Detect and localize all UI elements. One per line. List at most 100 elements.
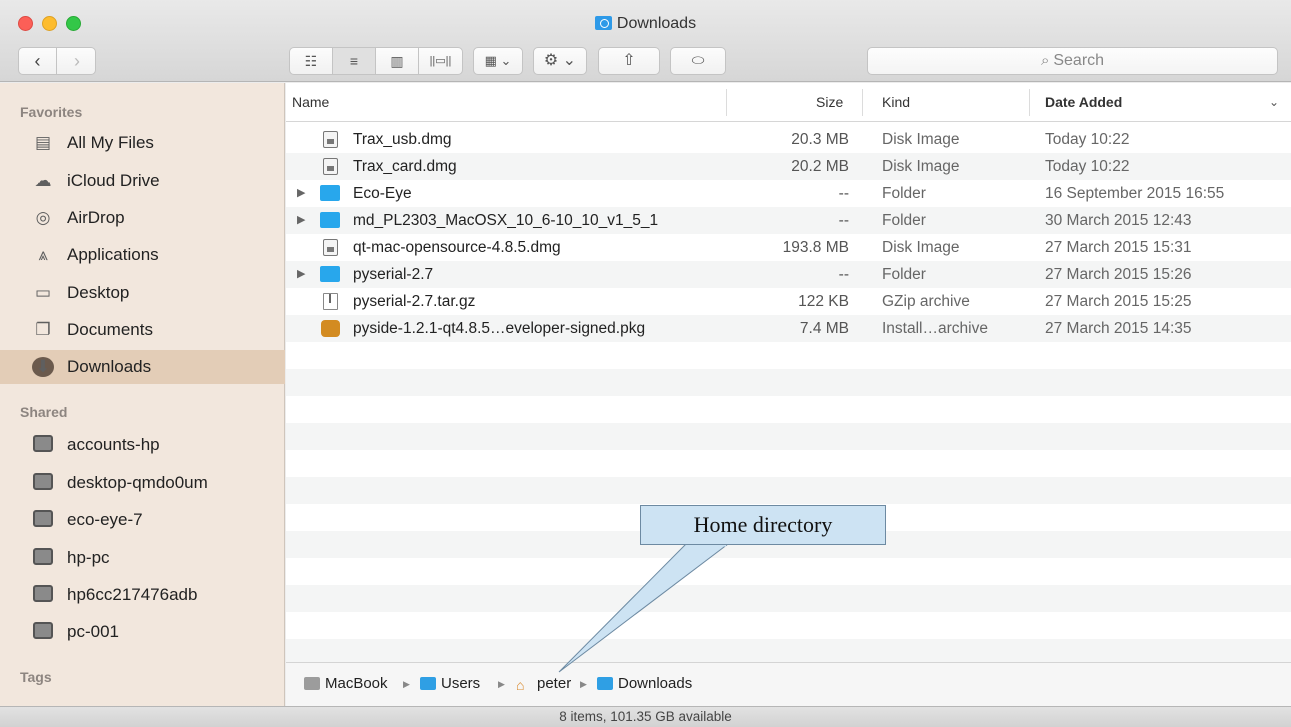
sidebar-item-downloads[interactable]: ⬇ Downloads <box>0 350 285 384</box>
action-gear-button[interactable]: ⚙ ⌄ <box>533 47 587 75</box>
home-icon: ⌂ <box>516 677 525 693</box>
empty-row <box>286 396 1291 423</box>
empty-row <box>286 585 1291 612</box>
column-header-date-added[interactable]: Date Added <box>1045 83 1122 122</box>
sidebar-item-applications[interactable]: ⩓ Applications <box>8 238 284 272</box>
table-row[interactable]: pyside-1.2.1-qt4.8.5…eveloper-signed.pkg… <box>286 315 1291 342</box>
coverflow-view-button[interactable]: ||▭|| <box>419 48 462 74</box>
sidebar-item-documents[interactable]: ❐ Documents <box>8 313 284 347</box>
file-name: pyside-1.2.1-qt4.8.5…eveloper-signed.pkg <box>353 320 646 337</box>
file-kind: Folder <box>882 212 926 229</box>
downloads-folder-icon <box>597 677 613 690</box>
sidebar-item-label: Downloads <box>67 357 152 376</box>
file-name: md_PL2303_MacOSX_10_6-10_10_v1_5_1 <box>353 212 659 229</box>
documents-icon: ❐ <box>35 320 51 339</box>
sidebar-item-label: iCloud Drive <box>67 171 160 190</box>
users-folder-icon <box>420 677 436 690</box>
arrange-button[interactable]: ▦ ⌄ <box>473 47 523 75</box>
archive-icon <box>323 293 338 310</box>
empty-row <box>286 450 1291 477</box>
path-crumb-users[interactable]: Users <box>420 663 480 705</box>
path-separator-icon: ▶ <box>498 679 505 689</box>
column-header-size[interactable]: Size <box>816 83 843 122</box>
file-date-added: 27 March 2015 15:26 <box>1045 266 1192 283</box>
search-icon: ⌕ <box>1040 52 1050 69</box>
file-size: -- <box>838 185 849 202</box>
path-crumb-downloads[interactable]: Downloads <box>597 663 692 705</box>
sidebar-item-hp6cc217476adb[interactable]: hp6cc217476adb <box>8 578 284 612</box>
sidebar-item-label: AirDrop <box>67 208 125 227</box>
sidebar-item-eco-eye-7[interactable]: eco-eye-7 <box>8 503 284 537</box>
home-directory-callout: Home directory <box>640 505 886 545</box>
file-date-added: Today 10:22 <box>1045 158 1130 175</box>
table-row[interactable]: Trax_usb.dmg 20.3 MB Disk Image Today 10:22 <box>286 126 1291 153</box>
sidebar-item-label: Desktop <box>67 283 130 302</box>
path-crumb-peter[interactable]: ⌂ peter <box>516 663 571 705</box>
shared-heading: Shared <box>20 404 68 420</box>
file-name: pyserial-2.7 <box>353 266 434 283</box>
back-button[interactable]: ‹ <box>19 48 57 74</box>
computer-icon <box>32 622 54 642</box>
folder-icon <box>320 185 340 201</box>
path-crumb-macbook[interactable]: MacBook <box>304 663 388 705</box>
column-header-name[interactable]: Name <box>292 83 329 122</box>
sidebar-item-hp-pc[interactable]: hp-pc <box>8 541 284 575</box>
share-button[interactable]: ⇧ <box>598 47 660 75</box>
table-row[interactable]: Trax_card.dmg 20.2 MB Disk Image Today 10:2… <box>286 153 1291 180</box>
sidebar-item-label: Documents <box>67 320 153 339</box>
computer-icon <box>32 435 54 455</box>
disclosure-triangle-icon[interactable]: ▶ <box>297 261 305 288</box>
table-row[interactable]: qt-mac-opensource-4.8.5.dmg 193.8 MB Disk … <box>286 234 1291 261</box>
cloud-icon: ☁ <box>34 171 52 190</box>
file-list: Name Size Kind Date Added ⌄ Trax_usb.dmg… <box>286 83 1291 662</box>
sidebar-item-desktop-qmdo0um[interactable]: desktop-qmdo0um <box>8 466 284 500</box>
path-crumb-label: Users <box>441 675 481 692</box>
sidebar-item-all-my-files[interactable]: ▤ All My Files <box>8 126 284 160</box>
hard-drive-icon <box>304 677 320 690</box>
file-date-added: 27 March 2015 14:35 <box>1045 320 1192 337</box>
sidebar: Favorites ▤ All My Files ☁ iCloud Drive … <box>0 83 285 706</box>
search-placeholder: Search <box>1053 52 1105 69</box>
table-row[interactable]: ▶ Eco-Eye -- Folder 16 September 2015 16:55 <box>286 180 1291 207</box>
empty-row <box>286 342 1291 369</box>
column-divider[interactable] <box>862 89 863 116</box>
disclosure-triangle-icon[interactable]: ▶ <box>297 207 305 234</box>
column-divider[interactable] <box>1029 89 1030 116</box>
sidebar-item-label: hp-pc <box>67 548 110 567</box>
window-title-label: Downloads <box>616 15 697 32</box>
sidebar-item-desktop[interactable]: ▭ Desktop <box>8 276 284 310</box>
disclosure-triangle-icon[interactable]: ▶ <box>297 180 305 207</box>
list-view-button[interactable]: ≡ <box>333 48 376 74</box>
file-size: -- <box>838 212 849 229</box>
column-view-button[interactable]: ▥ <box>376 48 419 74</box>
path-separator-icon: ▶ <box>403 679 410 689</box>
table-row[interactable]: pyserial-2.7.tar.gz 122 KB GZip archive 27 … <box>286 288 1291 315</box>
column-divider[interactable] <box>726 89 727 116</box>
computer-icon <box>32 510 54 530</box>
path-crumb-label: Downloads <box>618 675 693 692</box>
sidebar-item-airdrop[interactable]: ◎ AirDrop <box>8 201 284 235</box>
sort-chevron-down-icon[interactable]: ⌄ <box>1269 83 1279 122</box>
back-forward-group: ‹ › <box>18 47 96 75</box>
sidebar-item-label: eco-eye-7 <box>67 510 143 529</box>
table-row[interactable]: ▶ md_PL2303_MacOSX_10_6-10_10_v1_5_1 -- Fol… <box>286 207 1291 234</box>
column-header-row: Name Size Kind Date Added ⌄ <box>286 83 1291 122</box>
sidebar-item-pc-001[interactable]: pc-001 <box>8 615 284 649</box>
column-header-kind[interactable]: Kind <box>882 83 910 122</box>
file-kind: Install…archive <box>882 320 988 337</box>
search-input[interactable]: ⌕ Search <box>867 47 1278 75</box>
path-crumb-label: MacBook <box>325 675 388 692</box>
sidebar-item-icloud-drive[interactable]: ☁ iCloud Drive <box>8 164 284 198</box>
empty-row <box>286 639 1291 662</box>
edit-tags-button[interactable]: ⬭ <box>670 47 726 75</box>
file-kind: Folder <box>882 266 926 283</box>
window-toolbar: Downloads ‹ › ☷ ≡ ▥ ||▭|| ▦ ⌄ ⚙ ⌄ ⇧ ⬭ ⌕ S… <box>0 0 1291 82</box>
sidebar-item-label: desktop-qmdo0um <box>67 473 208 492</box>
icon-view-button[interactable]: ☷ <box>290 48 333 74</box>
forward-button[interactable]: › <box>58 48 96 74</box>
file-name: Trax_card.dmg <box>353 158 457 175</box>
table-row[interactable]: ▶ pyserial-2.7 -- Folder 27 March 2015 15:26 <box>286 261 1291 288</box>
file-size: 193.8 MB <box>782 239 849 256</box>
file-size: 122 KB <box>798 293 849 310</box>
sidebar-item-accounts-hp[interactable]: accounts-hp <box>8 428 284 462</box>
